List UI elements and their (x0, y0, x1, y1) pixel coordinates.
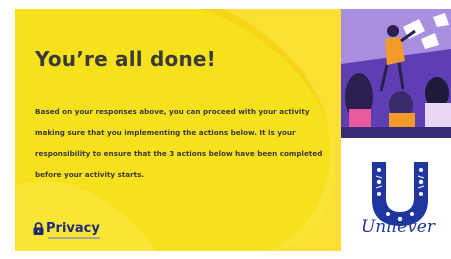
page-title: You’re all done! (35, 47, 216, 71)
lock-icon (33, 222, 44, 235)
yellow-panel: You’re all done! Based on your responses… (15, 9, 341, 251)
slide: You’re all done! Based on your responses… (0, 0, 451, 259)
instructions-text: Based on your responses above, you can p… (35, 107, 323, 179)
privacy-wordmark: Privacy (46, 221, 100, 236)
unilever-wordmark: Unilever (360, 217, 435, 237)
classroom-illustration (341, 9, 451, 138)
privacy-tagline (48, 237, 100, 239)
privacy-logo: Privacy (33, 222, 100, 235)
